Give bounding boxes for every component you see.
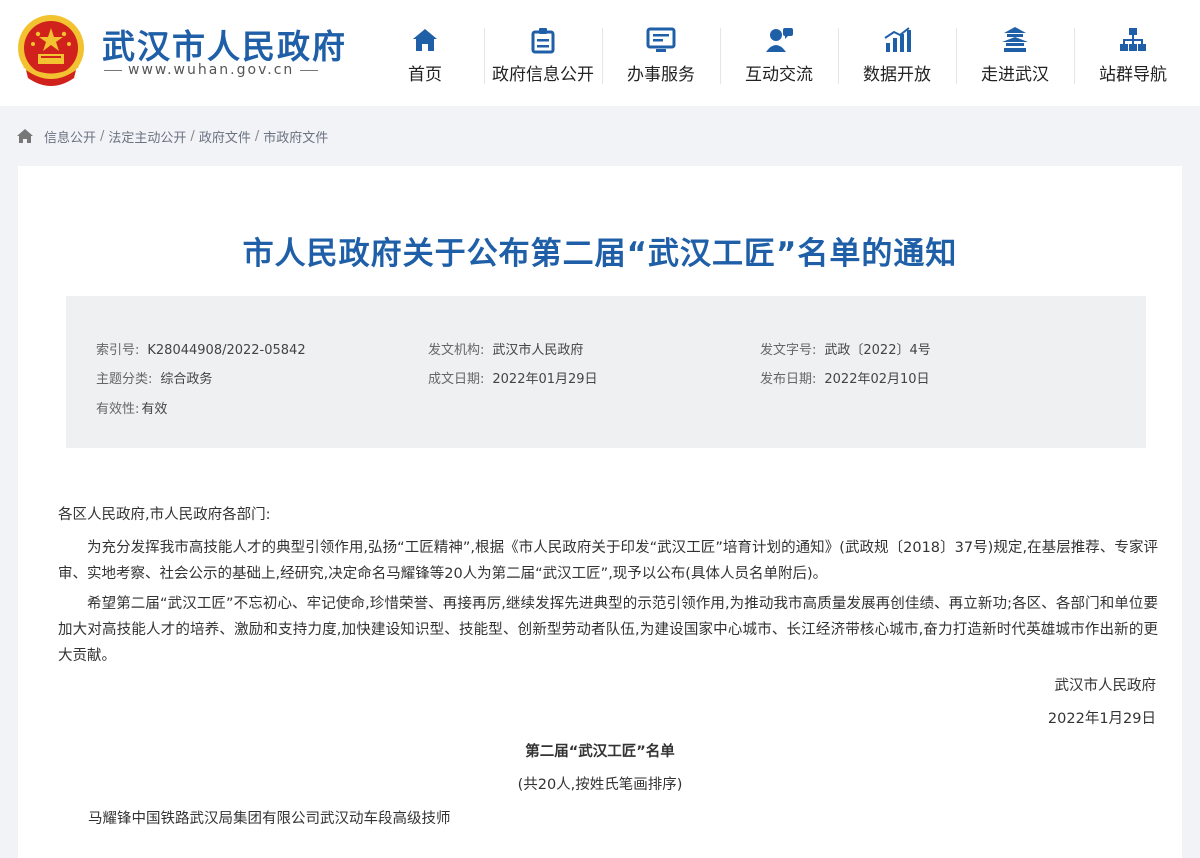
divider bbox=[104, 69, 122, 71]
meta-key: 发文字号: bbox=[760, 343, 817, 358]
sitemap-icon bbox=[1120, 28, 1146, 51]
breadcrumb-item[interactable]: 法定主动公开 bbox=[108, 127, 186, 146]
site-header: 武汉市人民政府 www.wuhan.gov.cn 首页 政府信息公开 办事服务 … bbox=[0, 0, 1200, 106]
meta-value: 有效 bbox=[141, 402, 168, 417]
pavilion-icon bbox=[1002, 27, 1028, 52]
breadcrumb: 信息公开 / 法定主动公开 / 政府文件 / 市政府文件 bbox=[16, 126, 328, 146]
nav-item-home[interactable]: 首页 bbox=[366, 22, 484, 86]
meta-key: 索引号: bbox=[96, 343, 140, 358]
meta-key: 有效性: bbox=[96, 402, 140, 417]
service-icon bbox=[646, 27, 676, 52]
site-name[interactable]: 武汉市人民政府 bbox=[102, 20, 347, 68]
nav-item-open-data[interactable]: 数据开放 bbox=[838, 22, 956, 86]
breadcrumb-item[interactable]: 政府文件 bbox=[199, 127, 251, 146]
meta-index: 索引号: K28044908/2022-05842 bbox=[96, 339, 306, 358]
breadcrumb-separator: / bbox=[190, 128, 195, 144]
document-metadata: 索引号: K28044908/2022-05842 发文机构: 武汉市人民政府 发文… bbox=[66, 296, 1146, 448]
meta-value: 武政〔2022〕4号 bbox=[824, 343, 931, 358]
nav-item-service[interactable]: 办事服务 bbox=[602, 22, 720, 86]
meta-org: 发文机构: 武汉市人民政府 bbox=[428, 339, 583, 358]
meta-value: 综合政务 bbox=[160, 372, 213, 387]
info-public-icon bbox=[531, 28, 555, 54]
nav-label: 站群导航 bbox=[1099, 65, 1167, 85]
site-url: www.wuhan.gov.cn bbox=[104, 62, 352, 78]
meta-published-date: 发布日期: 2022年02月10日 bbox=[760, 368, 930, 387]
salutation: 各区人民政府,市人民政府各部门: bbox=[58, 507, 271, 523]
nav-label: 首页 bbox=[408, 65, 442, 85]
nav-item-info-public[interactable]: 政府信息公开 bbox=[484, 22, 602, 86]
list-note: (共20人,按姓氏笔画排序) bbox=[517, 777, 683, 793]
breadcrumb-separator: / bbox=[100, 128, 105, 144]
nav-item-sitemap[interactable]: 站群导航 bbox=[1074, 22, 1192, 86]
breadcrumb-item[interactable]: 市政府文件 bbox=[263, 127, 328, 146]
page-title: 市人民政府关于公布第二届“武汉工匠”名单的通知 bbox=[242, 236, 958, 272]
main-nav: 首页 政府信息公开 办事服务 互动交流 数据开放 走进武汉 站群导航 bbox=[366, 22, 1192, 86]
nav-label: 互动交流 bbox=[745, 65, 813, 85]
breadcrumb-item[interactable]: 信息公开 bbox=[44, 127, 96, 146]
signature-date: 2022年1月29日 bbox=[1047, 711, 1156, 727]
meta-key: 主题分类: bbox=[96, 372, 153, 387]
home-icon[interactable] bbox=[16, 128, 34, 144]
meta-validity: 有效性: 有效 bbox=[96, 398, 167, 417]
meta-value: 武汉市人民政府 bbox=[492, 343, 584, 358]
meta-value: K28044908/2022-05842 bbox=[147, 343, 306, 358]
meta-key: 发文机构: bbox=[428, 343, 485, 358]
meta-created-date: 成文日期: 2022年01月29日 bbox=[428, 368, 598, 387]
interaction-icon bbox=[766, 28, 793, 52]
home-icon bbox=[413, 29, 437, 51]
signature-org: 武汉市人民政府 bbox=[1054, 678, 1157, 694]
document-panel: 市人民政府关于公布第二届“武汉工匠”名单的通知 索引号: K28044908/20… bbox=[18, 166, 1182, 858]
nav-label: 政府信息公开 bbox=[492, 65, 594, 85]
divider bbox=[300, 69, 319, 71]
nav-item-interaction[interactable]: 互动交流 bbox=[720, 22, 838, 86]
paragraph: 为充分发挥我市高技能人才的典型引领作用,弘扬“工匠精神”,根据《市人民政府关于印… bbox=[58, 540, 1158, 582]
list-item: 马耀锋中国铁路武汉局集团有限公司武汉动车段高级技师 bbox=[88, 811, 451, 827]
nav-label: 办事服务 bbox=[627, 65, 695, 85]
meta-number: 发文字号: 武政〔2022〕4号 bbox=[760, 339, 931, 358]
nav-item-about-wuhan[interactable]: 走进武汉 bbox=[956, 22, 1074, 86]
meta-topic: 主题分类: 综合政务 bbox=[96, 368, 212, 387]
data-chart-icon bbox=[884, 27, 911, 52]
national-emblem-icon[interactable] bbox=[16, 14, 86, 90]
meta-key: 成文日期: bbox=[428, 372, 485, 387]
site-url-text: www.wuhan.gov.cn bbox=[128, 62, 295, 78]
nav-label: 走进武汉 bbox=[981, 65, 1049, 85]
nav-label: 数据开放 bbox=[863, 65, 931, 85]
meta-value: 2022年01月29日 bbox=[492, 372, 598, 387]
list-title: 第二届“武汉工匠”名单 bbox=[525, 744, 675, 760]
meta-value: 2022年02月10日 bbox=[824, 372, 930, 387]
paragraph: 希望第二届“武汉工匠”不忘初心、牢记使命,珍惜荣誉、再接再厉,继续发挥先进典型的… bbox=[58, 596, 1158, 664]
breadcrumb-separator: / bbox=[254, 128, 260, 144]
meta-key: 发布日期: bbox=[760, 372, 817, 387]
